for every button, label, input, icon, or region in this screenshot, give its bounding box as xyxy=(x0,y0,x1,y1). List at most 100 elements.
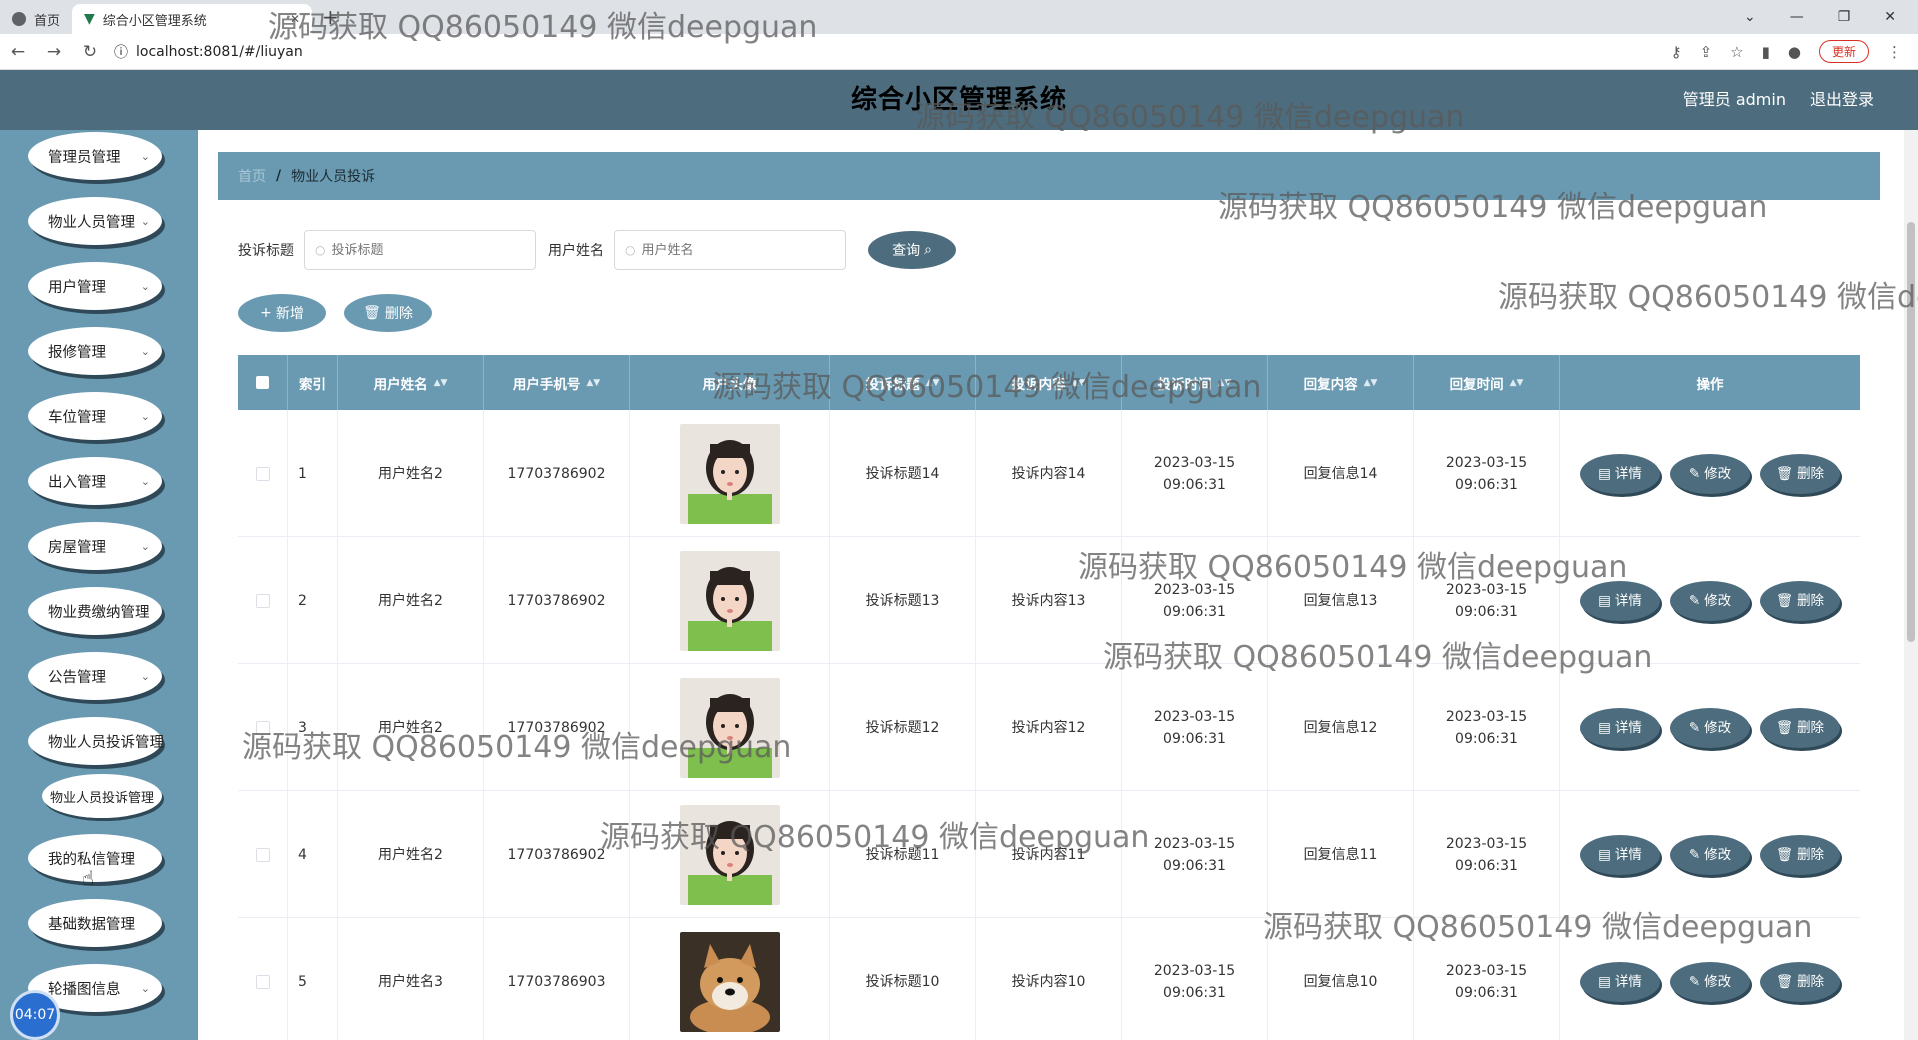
row-checkbox[interactable] xyxy=(255,974,270,989)
close-tab-icon[interactable]: ✕ xyxy=(290,12,300,26)
col-content[interactable]: 投诉内容 ▲▼ xyxy=(976,355,1122,410)
sidebar-item-parking[interactable]: 车位管理 ⌄ xyxy=(28,392,162,440)
detail-label: 详情 xyxy=(1614,719,1642,736)
query-button[interactable]: 查询 ⌕ xyxy=(868,231,956,269)
sidebar-item-housing[interactable]: 房屋管理 ⌄ xyxy=(28,522,162,570)
detail-button[interactable]: ▤ 详情 xyxy=(1580,707,1660,748)
forward-icon[interactable]: → xyxy=(36,42,72,62)
vue-logo-icon: ▼ xyxy=(84,11,95,27)
update-button[interactable]: 更新 xyxy=(1818,40,1869,63)
sidebar-item-basedata[interactable]: 基础数据管理 xyxy=(28,899,162,947)
restore-icon[interactable]: ❐ xyxy=(1838,9,1851,25)
delete-button[interactable]: 🗑 删除 xyxy=(1760,834,1840,875)
breadcrumb-home[interactable]: 首页 xyxy=(238,166,266,186)
col-title[interactable]: 投诉标题 ▲▼ xyxy=(830,355,976,410)
edit-button[interactable]: ✎ 修改 xyxy=(1670,453,1750,494)
sidebar-item-repair[interactable]: 报修管理 ⌄ xyxy=(28,327,162,375)
cell-name: 用户姓名2 xyxy=(338,791,484,918)
detail-button[interactable]: ▤ 详情 xyxy=(1580,961,1660,1002)
user-search-input[interactable] xyxy=(641,242,832,258)
sort-icon[interactable]: ▲▼ xyxy=(1510,378,1524,388)
col-name[interactable]: 用户姓名 ▲▼ xyxy=(338,355,484,410)
row-checkbox[interactable] xyxy=(255,720,270,735)
cell-title: 投诉标题10 xyxy=(830,918,976,1040)
row-checkbox[interactable] xyxy=(255,847,270,862)
minimize-icon[interactable]: — xyxy=(1790,9,1804,25)
sidebar-item-admin[interactable]: 管理员管理 ⌄ xyxy=(28,132,162,180)
url-field[interactable]: ⓘ localhost:8081/#/liuyan xyxy=(114,42,303,62)
delete-button[interactable]: 🗑 删除 xyxy=(1760,580,1840,621)
new-tab-icon[interactable]: + xyxy=(322,5,339,29)
sidebar-item-notices[interactable]: 公告管理 ⌄ xyxy=(28,652,162,700)
sort-icon[interactable]: ▲▼ xyxy=(926,378,940,388)
hand-cursor-icon: ☝ xyxy=(82,866,95,890)
cell-actions: ▤ 详情 ✎ 修改 🗑 删除 xyxy=(1560,918,1860,1040)
chevron-down-icon[interactable]: ⌄ xyxy=(1744,9,1756,25)
close-window-icon[interactable]: ✕ xyxy=(1884,9,1896,25)
delete-button[interactable]: 🗑 删除 xyxy=(1760,453,1840,494)
edit-button[interactable]: ✎ 修改 xyxy=(1670,834,1750,875)
sidebar-item-complaints[interactable]: 物业人员投诉管理 xyxy=(28,717,164,765)
cell-reply: 回复信息12 xyxy=(1268,664,1414,791)
action-toolbar: + 新增 🗑 删除 xyxy=(238,294,432,332)
col-label: 投诉时间 xyxy=(1157,376,1212,393)
cell-avatar xyxy=(630,664,830,791)
detail-button[interactable]: ▤ 详情 xyxy=(1580,453,1660,494)
sidebar-item-label: 物业人员管理 xyxy=(48,214,135,231)
cell-avatar xyxy=(630,918,830,1040)
sidebar-item-messages[interactable]: 我的私信管理 xyxy=(28,834,162,882)
user-search-label: 用户姓名 xyxy=(548,243,604,259)
sort-icon[interactable]: ▲▼ xyxy=(434,378,448,388)
title-search-input[interactable] xyxy=(331,242,522,258)
cell-actions: ▤ 详情 ✎ 修改 🗑 删除 xyxy=(1560,664,1860,791)
recording-timer: 04:07 xyxy=(10,990,60,1040)
sidebar-item-users[interactable]: 用户管理 ⌄ xyxy=(28,262,162,310)
edit-button[interactable]: ✎ 修改 xyxy=(1670,707,1750,748)
reload-icon[interactable]: ↻ xyxy=(72,42,108,62)
col-label: 回复时间 xyxy=(1449,376,1504,393)
back-icon[interactable]: ← xyxy=(0,42,36,62)
col-reply-time[interactable]: 回复时间 ▲▼ xyxy=(1414,355,1560,410)
star-icon[interactable]: ☆ xyxy=(1730,43,1743,61)
col-time[interactable]: 投诉时间 ▲▼ xyxy=(1122,355,1268,410)
sidebar-item-fees[interactable]: 物业费缴纳管理 xyxy=(28,587,162,635)
batch-delete-button[interactable]: 🗑 删除 xyxy=(344,294,432,332)
browser-tab-home[interactable]: 首页 xyxy=(0,4,72,34)
key-icon[interactable]: ⚷ xyxy=(1671,43,1682,61)
edit-button[interactable]: ✎ 修改 xyxy=(1670,961,1750,1002)
sidebar-item-label: 轮播图信息 xyxy=(48,981,121,998)
scroll-thumb[interactable] xyxy=(1907,222,1915,642)
cell-phone: 17703786902 xyxy=(484,791,630,918)
row-checkbox[interactable] xyxy=(255,593,270,608)
sort-icon[interactable]: ▲▼ xyxy=(1218,378,1232,388)
share-icon[interactable]: ⇪ xyxy=(1700,43,1713,61)
sort-icon[interactable]: ▲▼ xyxy=(1072,378,1086,388)
detail-button[interactable]: ▤ 详情 xyxy=(1580,580,1660,621)
sidebar-item-access[interactable]: 出入管理 ⌄ xyxy=(28,457,162,505)
menu-icon[interactable]: ⋮ xyxy=(1887,43,1902,61)
profile-icon[interactable]: ● xyxy=(1788,43,1801,61)
logout-link[interactable]: 退出登录 xyxy=(1810,70,1874,130)
edit-button[interactable]: ✎ 修改 xyxy=(1670,580,1750,621)
browser-tab-app[interactable]: ▼ 综合小区管理系统 ✕ xyxy=(72,4,313,34)
trash-icon: 🗑 xyxy=(1775,592,1794,609)
chevron-down-icon: ⌄ xyxy=(140,474,150,488)
user-search-field[interactable]: ○ xyxy=(614,230,846,270)
row-checkbox[interactable] xyxy=(255,466,270,481)
col-phone[interactable]: 用户手机号 ▲▼ xyxy=(484,355,630,410)
sidepanel-icon[interactable]: ▮ xyxy=(1762,43,1770,61)
select-all-checkbox[interactable] xyxy=(256,376,269,389)
detail-button[interactable]: ▤ 详情 xyxy=(1580,834,1660,875)
sidebar-item-staff[interactable]: 物业人员管理 ⌄ xyxy=(28,197,162,245)
sidebar-item-label: 出入管理 xyxy=(48,474,106,491)
sidebar-subitem-complaints[interactable]: 物业人员投诉管理 xyxy=(42,774,162,818)
delete-button[interactable]: 🗑 删除 xyxy=(1760,961,1840,1002)
sort-icon[interactable]: ▲▼ xyxy=(1364,378,1378,388)
sort-icon[interactable]: ▲▼ xyxy=(586,378,600,388)
edit-label: 修改 xyxy=(1704,719,1732,736)
title-search-field[interactable]: ○ xyxy=(304,230,536,270)
page-scrollbar[interactable] xyxy=(1904,130,1918,1040)
delete-button[interactable]: 🗑 删除 xyxy=(1760,707,1840,748)
add-button[interactable]: + 新增 xyxy=(238,294,326,332)
col-reply[interactable]: 回复内容 ▲▼ xyxy=(1268,355,1414,410)
